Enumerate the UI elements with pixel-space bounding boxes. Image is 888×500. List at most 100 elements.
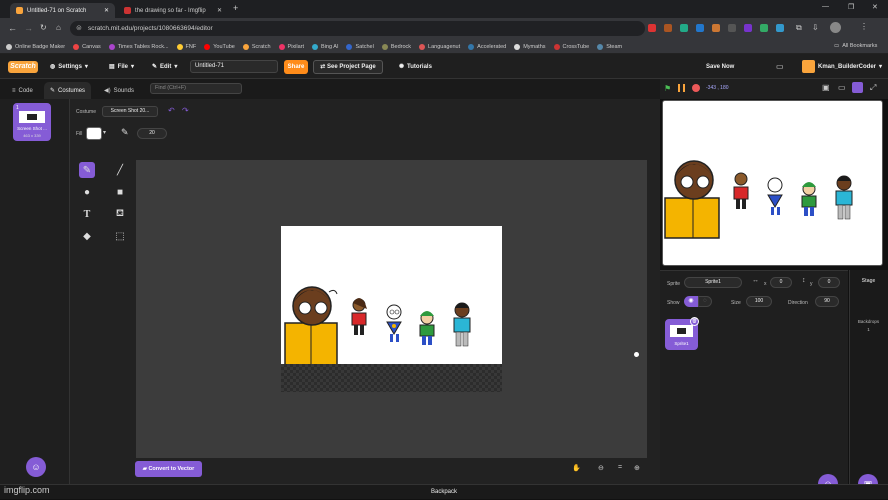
normal-stage-icon[interactable] <box>852 82 863 93</box>
size-label: Size <box>731 300 741 306</box>
direction-input[interactable]: 90 <box>815 296 839 307</box>
stage[interactable] <box>662 100 883 266</box>
line-tool-icon[interactable]: ╱ <box>112 162 128 178</box>
convert-to-vector-button[interactable]: ▰ Convert to Vector <box>135 461 202 477</box>
chevron-down-icon[interactable]: ▾ <box>103 129 106 136</box>
download-icon[interactable]: ⇩ <box>812 23 819 32</box>
bookmark-icon <box>514 43 521 50</box>
new-tab-icon[interactable]: + <box>233 3 238 13</box>
close-icon[interactable]: ✕ <box>217 7 222 14</box>
extension-icon[interactable] <box>648 24 656 32</box>
find-input[interactable]: Find (Ctrl+F) <box>150 83 242 94</box>
browser-tab-scratch[interactable]: Untitled-71 on Scratch ✕ <box>10 3 115 18</box>
zoom-out-icon[interactable]: ⊖ <box>598 464 604 472</box>
maximize-icon[interactable]: ❐ <box>848 3 854 11</box>
imgflip-watermark: imgflip.com <box>4 485 50 495</box>
extension-icon[interactable] <box>712 24 720 32</box>
scratch-logo[interactable]: Scratch <box>8 61 38 73</box>
show-visible-icon[interactable]: ◉ <box>684 296 698 307</box>
bookmark-item[interactable]: Languagenut <box>419 43 460 50</box>
fill-bucket-icon[interactable]: ⛾ <box>112 206 128 222</box>
zoom-in-icon[interactable]: ⊕ <box>634 464 640 472</box>
eraser-tool-icon[interactable]: ◆ <box>79 228 95 244</box>
screenshot-icon[interactable]: ▣ <box>822 83 830 92</box>
bookmark-item[interactable]: CrossTube <box>553 43 589 50</box>
backpack-bar[interactable]: Backpack <box>0 484 888 499</box>
profile-avatar[interactable] <box>830 22 841 33</box>
back-icon[interactable]: ← <box>8 23 17 33</box>
url-field[interactable]: scratch.mit.edu/projects/1080663694/edit… <box>70 21 645 36</box>
bookmark-item[interactable]: FNF <box>176 43 196 50</box>
fullscreen-icon[interactable]: ⤢ <box>870 83 876 93</box>
extension-icon[interactable] <box>664 24 672 32</box>
zoom-reset-icon[interactable]: = <box>618 464 622 471</box>
rectangle-tool-icon[interactable]: ■ <box>112 184 128 200</box>
menu-dots-icon[interactable]: ⋮ <box>860 22 868 31</box>
browser-tab-imgflip[interactable]: the drawing so far - Imgflip ✕ <box>118 3 228 18</box>
tab-costumes[interactable]: ✎ Costumes <box>44 82 92 99</box>
project-title-input[interactable]: Untitled-71 <box>190 60 278 73</box>
bookmark-item[interactable]: Mymaths <box>514 43 546 50</box>
sprite-name-input[interactable]: Sprite1 <box>684 277 742 288</box>
green-flag-icon[interactable]: ⚑ <box>664 84 671 93</box>
size-input[interactable]: 100 <box>746 296 772 307</box>
tab-code[interactable]: ≡ Code <box>6 82 39 99</box>
x-input[interactable]: 0 <box>770 277 792 288</box>
bookmark-item[interactable]: YouTube <box>204 43 235 50</box>
text-tool-icon[interactable]: T <box>79 206 95 222</box>
extensions-puzzle-icon[interactable]: ⧉ <box>796 23 802 33</box>
forward-icon[interactable]: → <box>24 23 33 33</box>
extension-icon[interactable] <box>744 24 752 32</box>
bookmark-item[interactable]: Canvas <box>73 43 101 50</box>
home-icon[interactable]: ⌂ <box>56 23 61 32</box>
brush-tool-icon[interactable]: ✎ <box>79 162 95 178</box>
bookmark-item[interactable]: Satchel <box>346 43 374 50</box>
extension-icon[interactable] <box>696 24 704 32</box>
stop-icon[interactable] <box>692 84 700 92</box>
tab-sounds[interactable]: ◀) Sounds <box>98 82 140 99</box>
fill-color-picker[interactable] <box>86 127 102 140</box>
file-menu[interactable]: ▤ File ▾ <box>109 54 134 79</box>
circle-tool-icon[interactable]: ● <box>79 184 95 200</box>
extension-icon[interactable] <box>776 24 784 32</box>
extension-icon[interactable] <box>680 24 688 32</box>
small-stage-icon[interactable]: ▭ <box>838 83 846 92</box>
account-menu[interactable]: Kman_BuilderCoder ▾ <box>802 54 882 79</box>
redo-icon[interactable]: ↷ <box>182 106 189 115</box>
extension-icon[interactable] <box>760 24 768 32</box>
share-button[interactable]: Share <box>284 60 308 74</box>
brush-size-input[interactable]: 20 <box>137 128 167 139</box>
extension-icon[interactable] <box>728 24 736 32</box>
my-stuff-folder-icon[interactable]: ▭ <box>776 62 784 71</box>
bookmark-item[interactable]: Bing AI <box>312 43 338 50</box>
tutorials-button[interactable]: ✺ Tutorials <box>399 54 432 79</box>
bookmark-item[interactable]: Scratch <box>242 43 271 50</box>
select-tool-icon[interactable]: ⬚ <box>112 228 128 244</box>
site-info-icon[interactable]: ⊜ <box>76 24 82 32</box>
edit-menu[interactable]: ✎ Edit ▾ <box>152 54 177 79</box>
bookmark-item[interactable]: Times Tables Rock... <box>108 43 169 50</box>
y-input[interactable]: 0 <box>818 277 840 288</box>
all-bookmarks[interactable]: ▭ All Bookmarks <box>834 43 877 49</box>
close-icon[interactable]: ✕ <box>104 7 109 14</box>
delete-sprite-icon[interactable]: 🗑 <box>690 317 699 326</box>
bookmark-item[interactable]: Online Badge Maker <box>6 43 65 50</box>
save-now-button[interactable]: Save Now <box>706 54 734 79</box>
settings-menu[interactable]: ◍ Settings ▾ <box>50 54 88 79</box>
minimize-icon[interactable]: — <box>822 3 829 10</box>
bookmark-item[interactable]: Steam <box>597 43 622 50</box>
costume-tile[interactable]: 1 Screen Shot ... 463 x 339 <box>13 103 51 141</box>
show-hidden-icon[interactable]: ◌ <box>698 296 712 307</box>
close-window-icon[interactable]: ✕ <box>872 3 878 11</box>
reload-icon[interactable]: ↻ <box>40 23 47 32</box>
undo-icon[interactable]: ↶ <box>168 106 175 115</box>
bookmark-item[interactable]: Accelerated <box>468 43 506 50</box>
see-project-page-button[interactable]: ⇄ See Project Page <box>313 60 383 74</box>
choose-costume-button[interactable]: ☺ <box>26 457 46 477</box>
bookmark-item[interactable]: Pixilart <box>278 43 304 50</box>
stage-target-pane[interactable] <box>849 270 888 484</box>
pause-icon[interactable] <box>678 84 685 92</box>
hand-icon[interactable]: ✋ <box>572 464 581 472</box>
costume-name-input[interactable]: Screen Shot 20... <box>102 106 158 117</box>
bookmark-item[interactable]: Bedrock <box>381 43 411 50</box>
